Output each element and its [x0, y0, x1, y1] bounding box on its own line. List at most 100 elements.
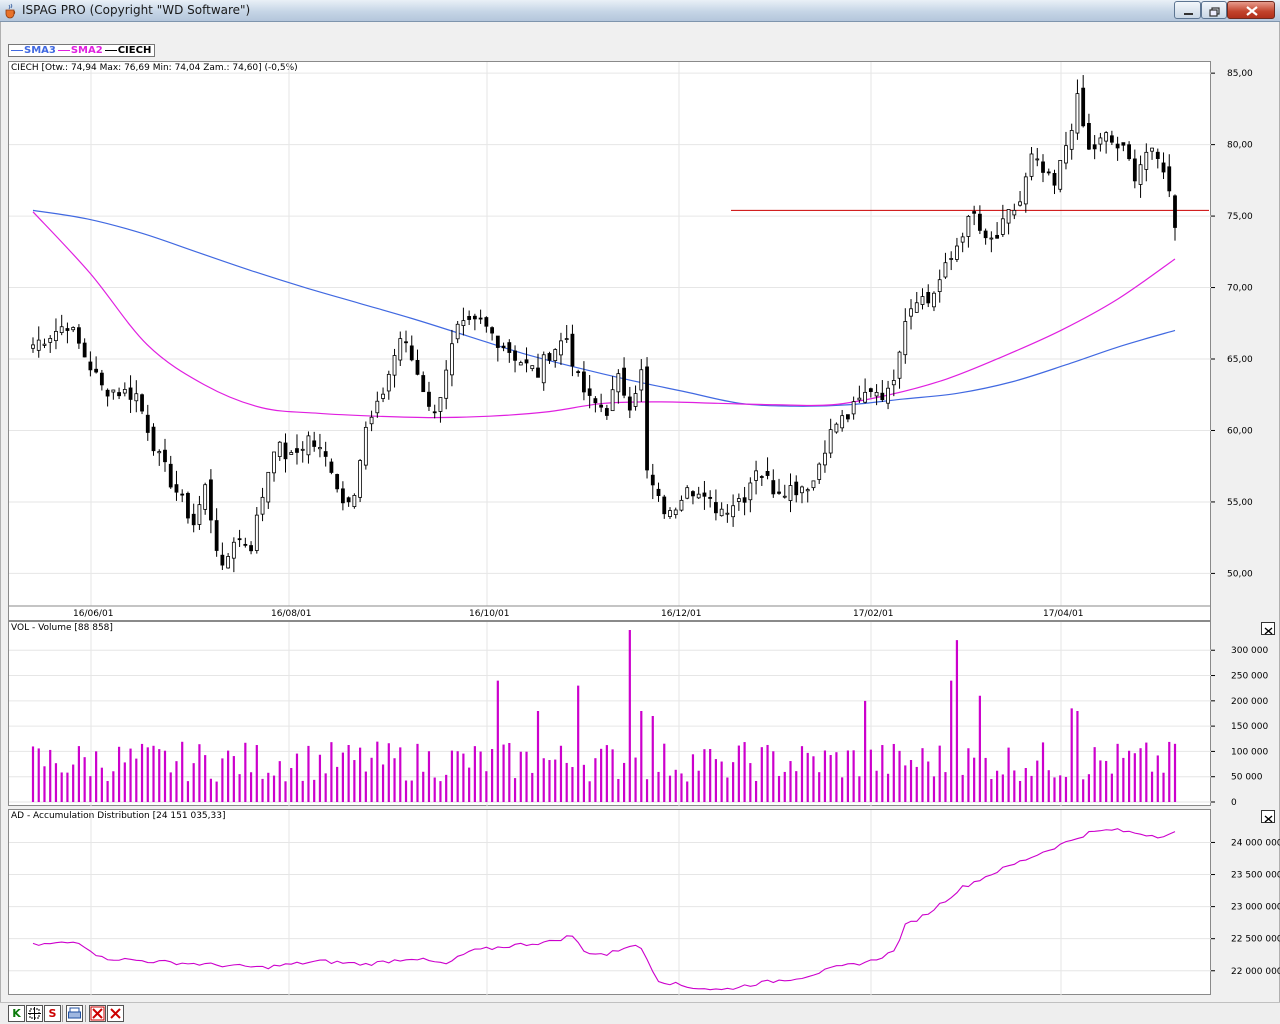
candle-body — [949, 258, 954, 260]
candle-body — [381, 393, 385, 399]
candle-body — [857, 397, 862, 401]
candle-body — [1098, 137, 1103, 145]
print-button[interactable] — [66, 1005, 83, 1022]
bottom-toolbar: KS — [0, 1002, 1280, 1024]
candle-body — [777, 491, 781, 494]
candle-body — [593, 398, 598, 404]
candle-body — [329, 461, 334, 473]
price-chart: 85,00 80,00 75,00 70,00 65,00 60,00 55,00 50,00… — [9, 62, 1253, 619]
candle-body — [1081, 87, 1086, 127]
y-tick-label: 300 000 — [1231, 646, 1268, 656]
candle-body — [823, 452, 827, 466]
candle-body — [828, 429, 833, 454]
candle-body — [42, 343, 47, 346]
candle-body — [501, 345, 506, 349]
legend-item-ciech[interactable]: CIECH — [104, 45, 151, 56]
candle-body — [524, 359, 529, 364]
candle-body — [983, 230, 988, 239]
candle-body — [220, 554, 225, 566]
candle-body — [117, 392, 121, 397]
candle-body — [639, 369, 644, 391]
candle-body — [157, 451, 162, 454]
candle-body — [616, 373, 621, 393]
candle-body — [559, 340, 563, 356]
candle-body — [570, 333, 575, 367]
ad-panel[interactable]: AD - Accumulation Distribution [24 151 0… — [8, 809, 1280, 996]
toolbar-separator — [85, 1005, 86, 1022]
candle-body — [541, 354, 546, 384]
candle-body — [582, 371, 586, 393]
x-tick-label: 16/08/01 — [271, 609, 311, 619]
candle-body — [518, 362, 523, 366]
candle-body — [289, 452, 294, 455]
candle-body — [1041, 161, 1045, 173]
restore-button[interactable] — [1201, 1, 1227, 19]
k-button[interactable]: K — [8, 1005, 25, 1022]
candle-body — [1127, 144, 1131, 160]
y-tick-label: 65,00 — [1227, 355, 1253, 365]
price-panel[interactable]: CIECH [Otw.: 74,94 Max: 76,69 Min: 74,04… — [8, 61, 1253, 621]
candle-body — [432, 411, 437, 414]
s-button[interactable]: S — [44, 1005, 61, 1022]
candle-body — [1075, 93, 1080, 134]
candle-body — [909, 308, 913, 317]
crosshair-button[interactable] — [26, 1005, 43, 1022]
candle-body — [1064, 145, 1068, 164]
candle-body — [622, 367, 626, 396]
y-tick-label: 22 000 000 — [1231, 967, 1280, 977]
candle-body — [903, 321, 908, 356]
s-icon: S — [48, 1007, 57, 1020]
legend-swatch — [57, 50, 70, 51]
legend-item-sma2[interactable]: SMA2 — [57, 45, 103, 56]
candle-body — [386, 373, 391, 392]
candle-body — [472, 315, 477, 320]
candle-body — [708, 496, 713, 499]
legend-item-sma3[interactable]: SMA3 — [11, 45, 56, 56]
candle-body — [1000, 218, 1005, 235]
candle-body — [71, 327, 76, 331]
volume-panel[interactable]: VOL - Volume [88 858] 300 000 250 000 200 … — [8, 621, 1268, 808]
close-ad-panel-button[interactable] — [1261, 810, 1275, 823]
candle-body — [662, 496, 667, 515]
candle-body — [553, 349, 558, 362]
candle-body — [633, 393, 638, 407]
candle-body — [834, 423, 839, 433]
candle-body — [461, 320, 466, 326]
candle-body — [1006, 209, 1011, 224]
candle-body — [1035, 158, 1040, 161]
candle-body — [673, 509, 678, 515]
candle-body — [587, 388, 592, 396]
candle-body — [358, 460, 363, 498]
candle-body — [323, 451, 328, 457]
close-button[interactable] — [1227, 1, 1275, 19]
candle-body — [851, 401, 856, 415]
candle-body — [363, 426, 368, 466]
delete-button[interactable] — [107, 1005, 124, 1022]
candle-body — [932, 292, 936, 308]
candle-body — [54, 331, 58, 342]
candle-body — [702, 492, 707, 497]
delete-all-button[interactable] — [89, 1005, 106, 1022]
x-tick-label: 17/02/01 — [853, 609, 893, 619]
candle-body — [36, 339, 41, 351]
crosshair-icon — [28, 1007, 41, 1020]
candle-body — [966, 215, 971, 237]
candle-body — [122, 389, 127, 394]
candle-body — [226, 556, 231, 569]
candle-body — [495, 335, 500, 348]
candle-body — [369, 416, 374, 425]
candle-body — [874, 391, 879, 397]
candle-body — [455, 323, 460, 340]
candle-body — [926, 292, 931, 304]
candle-body — [771, 480, 776, 495]
candle-body — [260, 496, 265, 515]
candle-body — [214, 520, 219, 551]
candle-body — [725, 512, 730, 515]
candle-body — [48, 337, 53, 343]
minimize-button[interactable] — [1174, 1, 1201, 19]
candle-body — [977, 213, 982, 231]
candle-body — [421, 375, 426, 393]
candle-body — [627, 396, 632, 411]
close-volume-panel-button[interactable] — [1261, 622, 1275, 635]
candle-body — [754, 470, 758, 481]
